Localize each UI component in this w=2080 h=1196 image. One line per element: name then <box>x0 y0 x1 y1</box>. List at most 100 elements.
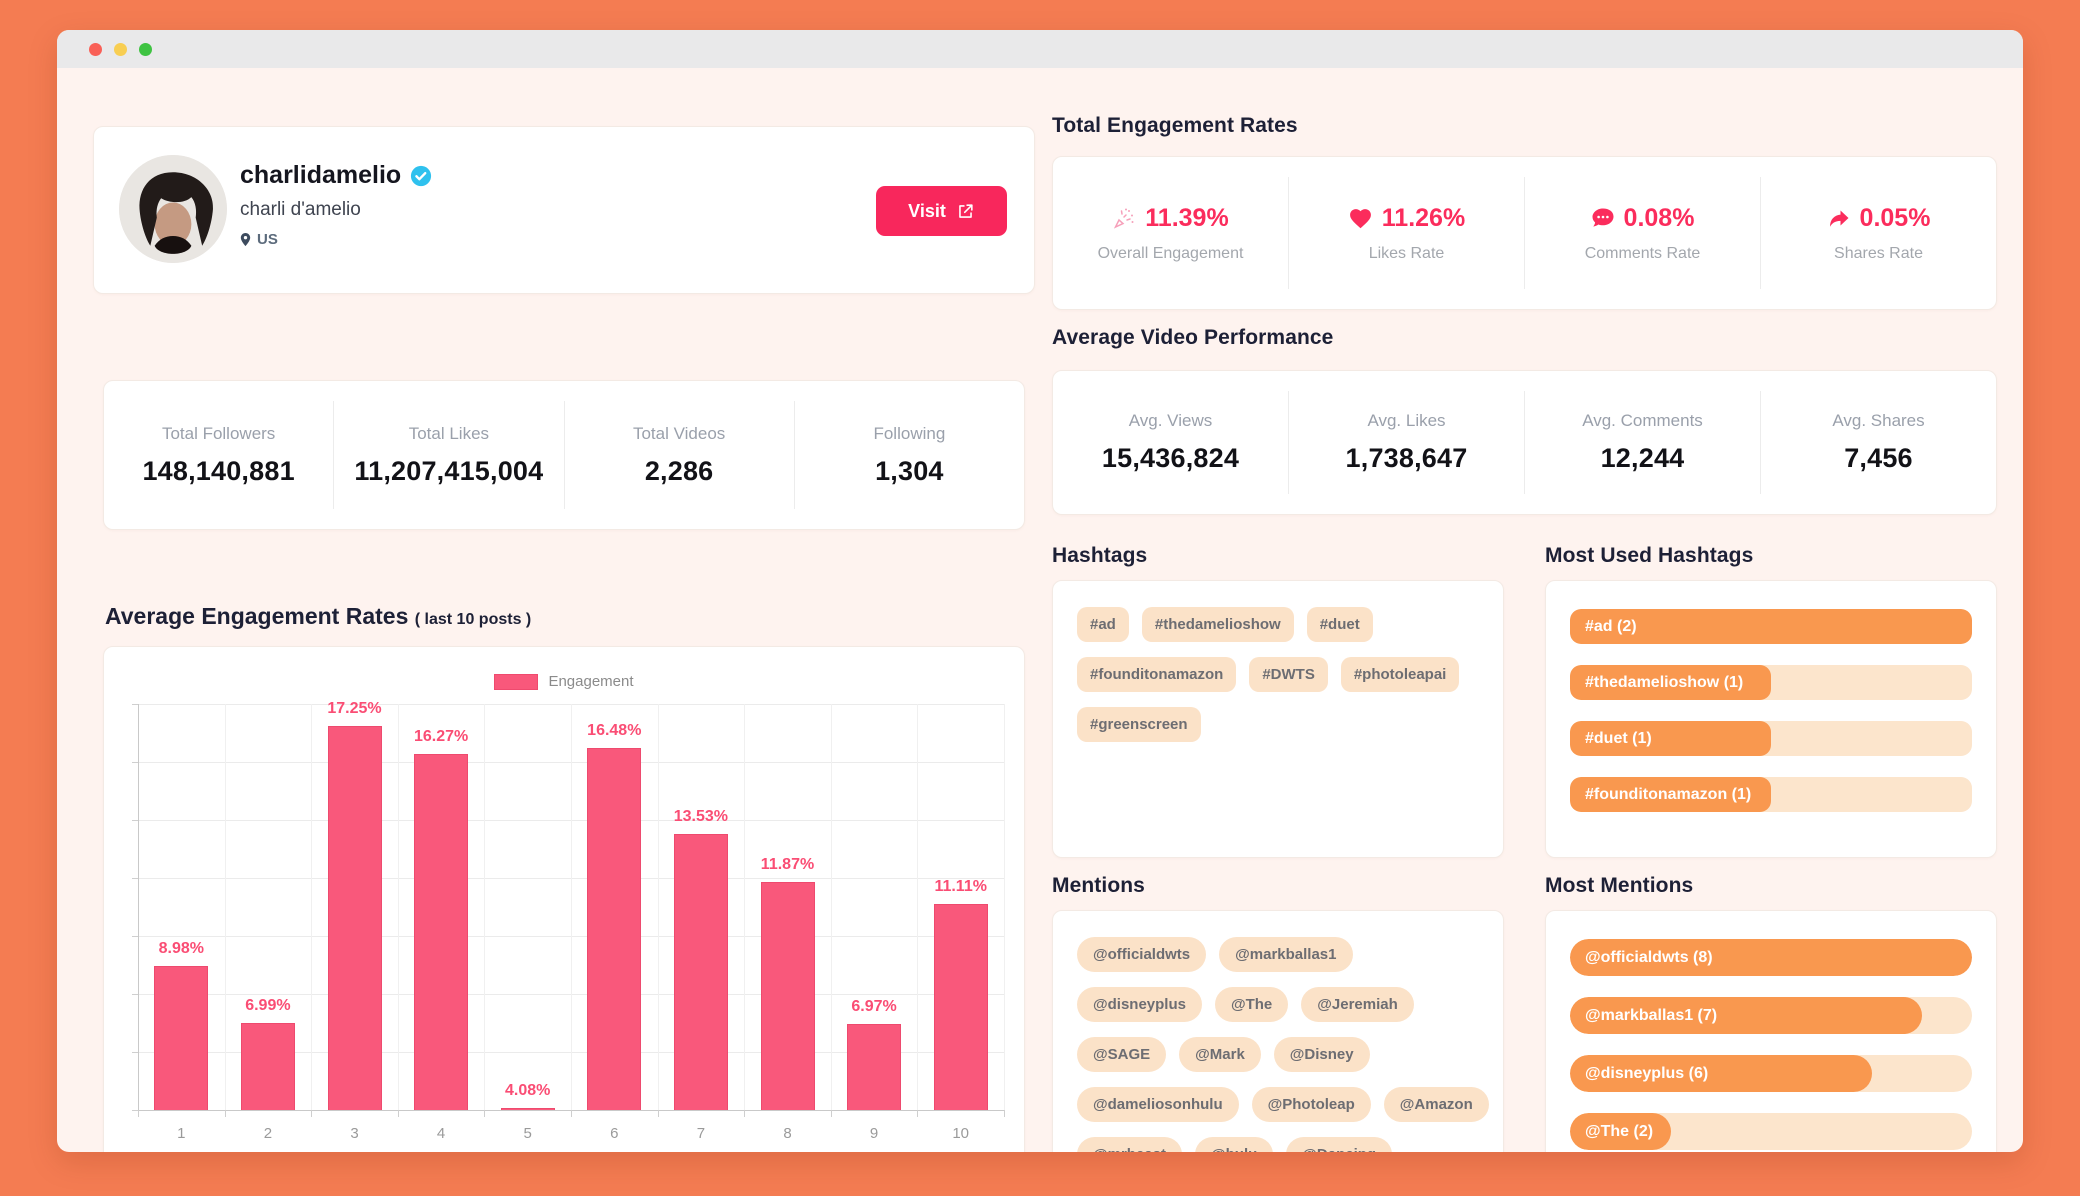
metric-column: 11.26% Likes Rate <box>1288 177 1524 289</box>
mention-tag: @disneyplus <box>1077 987 1202 1022</box>
stat-column: Total Videos 2,286 <box>564 401 794 509</box>
most-mentions-heading: Most Mentions <box>1545 874 1693 898</box>
hashtag-bar-fill: #ad (2) <box>1570 609 1972 644</box>
stat-label: Avg. Likes <box>1367 411 1445 431</box>
metric-label: Shares Rate <box>1834 245 1923 263</box>
comment-icon <box>1591 206 1615 230</box>
metric-column: 0.08% Comments Rate <box>1524 177 1760 289</box>
mention-bar-fill: @disneyplus (6) <box>1570 1055 1872 1092</box>
bar-value-label: 11.87% <box>761 856 814 874</box>
mention-tag: @SAGE <box>1077 1037 1166 1072</box>
tag-row: @officialdwts@markballas1 <box>1077 937 1479 972</box>
tag-row: @dameliosonhulu@Photoleap@Amazon <box>1077 1087 1479 1122</box>
engagement-bar[interactable] <box>501 1108 555 1111</box>
maximize-button[interactable] <box>139 43 152 56</box>
share-icon <box>1827 206 1851 230</box>
stat-label: Total Videos <box>633 424 725 444</box>
stat-column: Total Likes 11,207,415,004 <box>333 401 563 509</box>
engagement-bar[interactable] <box>934 904 988 1110</box>
bar-value-label: 6.99% <box>245 997 290 1015</box>
profile-totals-card: Total Followers 148,140,881 Total Likes … <box>103 380 1025 530</box>
stat-label: Avg. Shares <box>1832 411 1924 431</box>
verified-badge-icon <box>410 165 432 187</box>
mention-tag: @mrbeast <box>1077 1137 1182 1152</box>
hashtag-tag: #DWTS <box>1249 657 1328 692</box>
hashtag-list: #ad#thedamelioshow#duet#founditonamazon#… <box>1077 607 1479 742</box>
bar-value-label: 16.48% <box>587 722 641 740</box>
stat-value: 12,244 <box>1601 443 1685 474</box>
engagement-bar[interactable] <box>414 754 468 1110</box>
visit-button-label: Visit <box>908 201 946 222</box>
mention-tag: @markballas1 <box>1219 937 1352 972</box>
x-axis-tick-label: 1 <box>177 1125 185 1142</box>
x-axis-tick-label: 10 <box>952 1125 969 1142</box>
mention-bar-label: @The (2) <box>1570 1123 1653 1141</box>
metric-value: 0.08% <box>1624 204 1695 233</box>
profile-location: US <box>257 231 278 248</box>
mention-bar-track: @markballas1 (7) <box>1570 997 1972 1034</box>
profile-avatar <box>119 155 227 263</box>
hashtag-bar-track: #duet (1) <box>1570 721 1972 756</box>
hashtag-bar-label: #ad (2) <box>1570 618 1637 636</box>
tag-row: #founditonamazon#DWTS#photoleapai <box>1077 657 1479 692</box>
video-performance-stats: Avg. Views 15,436,824 Avg. Likes 1,738,6… <box>1053 371 1996 514</box>
stat-column: Avg. Likes 1,738,647 <box>1288 391 1524 494</box>
tag-row: @mrbeast@hulu@Dancing <box>1077 1137 1479 1152</box>
x-axis-tick-label: 3 <box>350 1125 358 1142</box>
engagement-rates-heading: Total Engagement Rates <box>1052 114 1298 138</box>
minimize-button[interactable] <box>114 43 127 56</box>
bar-value-label: 8.98% <box>159 940 204 958</box>
mention-tag: @hulu <box>1195 1137 1273 1152</box>
engagement-bar[interactable] <box>674 834 728 1110</box>
stat-label: Total Followers <box>162 424 275 444</box>
engagement-bar[interactable] <box>847 1024 901 1110</box>
metric-value: 11.39% <box>1145 204 1228 233</box>
mention-bar-track: @officialdwts (8) <box>1570 939 1972 976</box>
bar-value-label: 4.08% <box>505 1082 550 1100</box>
mention-bar-label: @disneyplus (6) <box>1570 1065 1708 1083</box>
hashtag-bar-track: #founditonamazon (1) <box>1570 777 1972 812</box>
stat-value: 148,140,881 <box>142 456 294 487</box>
engagement-bar[interactable] <box>328 726 382 1110</box>
mention-tag: @Jeremiah <box>1301 987 1414 1022</box>
most-used-hashtags-card: #ad (2) #thedamelioshow (1) #duet (1) <box>1545 580 1997 858</box>
engagement-bar[interactable] <box>241 1023 295 1110</box>
close-button[interactable] <box>89 43 102 56</box>
stat-value: 1,304 <box>875 456 944 487</box>
hashtags-card: #ad#thedamelioshow#duet#founditonamazon#… <box>1052 580 1504 858</box>
stat-column: Avg. Shares 7,456 <box>1760 391 1996 494</box>
metric-column: 11.39% Overall Engagement <box>1053 177 1288 289</box>
hashtag-bar-track: #ad (2) <box>1570 609 1972 644</box>
mention-bars: @officialdwts (8) @markballas1 (7) @disn… <box>1570 939 1972 1150</box>
heart-icon <box>1348 206 1373 231</box>
hashtag-bar-label: #duet (1) <box>1570 730 1652 748</box>
hashtag-bar-label: #founditonamazon (1) <box>1570 786 1751 804</box>
stat-label: Avg. Comments <box>1582 411 1703 431</box>
celebration-icon <box>1112 206 1136 230</box>
engagement-bar[interactable] <box>154 966 208 1110</box>
mention-tag: @Mark <box>1179 1037 1261 1072</box>
engagement-metrics: 11.39% Overall Engagement 11.26% Likes R… <box>1053 157 1996 309</box>
tag-row: @SAGE@Mark@Disney <box>1077 1037 1479 1072</box>
hashtag-tag: #thedamelioshow <box>1142 607 1294 642</box>
x-axis-tick-label: 8 <box>783 1125 791 1142</box>
stat-column: Total Followers 148,140,881 <box>104 401 333 509</box>
x-axis-tick-label: 5 <box>524 1125 532 1142</box>
mention-bar-track: @The (2) <box>1570 1113 1972 1150</box>
stat-label: Total Likes <box>409 424 489 444</box>
stat-label: Avg. Views <box>1129 411 1212 431</box>
bar-value-label: 17.25% <box>327 700 381 718</box>
external-link-icon <box>956 202 975 221</box>
stat-value: 2,286 <box>645 456 714 487</box>
mention-bar-label: @markballas1 (7) <box>1570 1007 1717 1025</box>
stat-value: 1,738,647 <box>1346 443 1468 474</box>
video-performance-card: Avg. Views 15,436,824 Avg. Likes 1,738,6… <box>1052 370 1997 515</box>
hashtag-bar-fill: #duet (1) <box>1570 721 1771 756</box>
metric-label: Comments Rate <box>1585 245 1701 263</box>
chart-legend[interactable]: Engagement <box>104 673 1024 690</box>
metric-label: Likes Rate <box>1369 245 1445 263</box>
engagement-bar[interactable] <box>761 882 815 1110</box>
visit-button[interactable]: Visit <box>876 186 1007 236</box>
hashtag-tag: #ad <box>1077 607 1129 642</box>
engagement-bar[interactable] <box>587 748 641 1110</box>
